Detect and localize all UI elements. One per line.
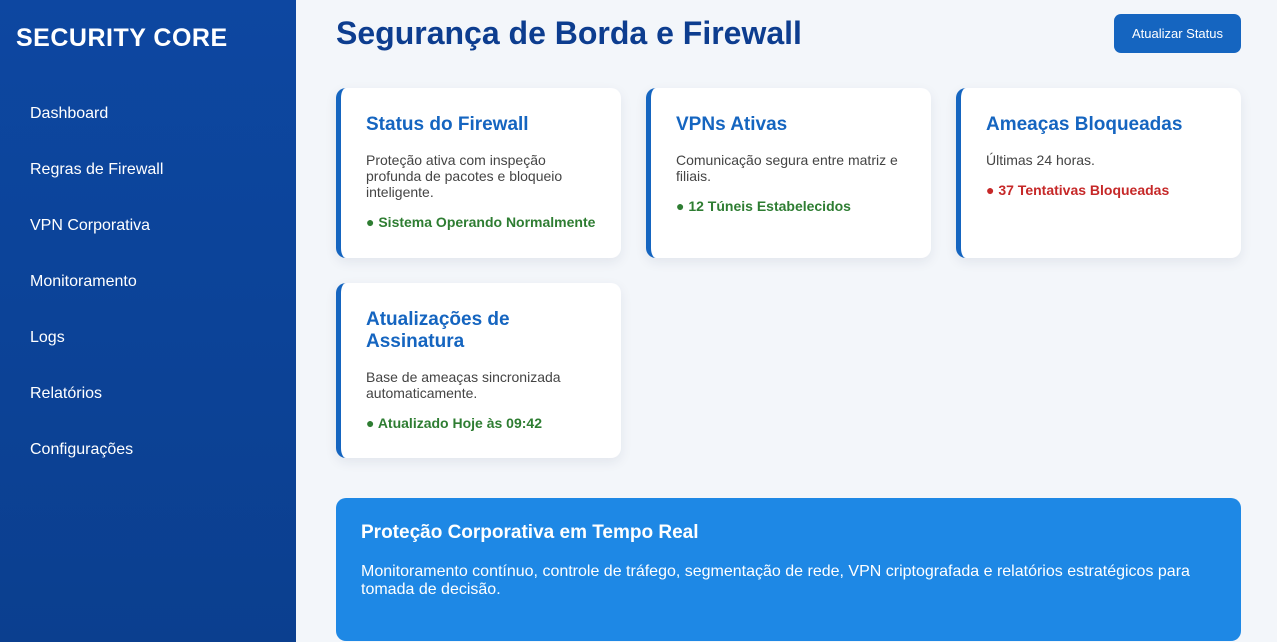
card-title: Status do Firewall bbox=[366, 114, 529, 135]
card-signature-updates: Atualizações de Assinatura Base de ameaç… bbox=[336, 283, 621, 458]
card-description: Comunicação segura entre matriz e filiai… bbox=[676, 152, 898, 184]
card-description: Proteção ativa com inspeção profunda de … bbox=[366, 152, 563, 200]
app-root: SECURITY CORE Dashboard Regras de Firewa… bbox=[0, 0, 1277, 642]
status-indicator: ● Sistema Operando Normalmente bbox=[366, 214, 596, 230]
banner-title: Proteção Corporativa em Tempo Real bbox=[361, 522, 699, 543]
brand-logo: SECURITY CORE bbox=[16, 24, 228, 52]
refresh-status-button[interactable]: Atualizar Status bbox=[1113, 14, 1241, 53]
page-title: Segurança de Borda e Firewall bbox=[336, 15, 802, 51]
realtime-protection-banner: Proteção Corporativa em Tempo Real Monit… bbox=[336, 498, 1241, 641]
status-cards: Status do Firewall Proteção ativa com in… bbox=[336, 88, 1241, 458]
status-indicator: ● 12 Túneis Estabelecidos bbox=[676, 198, 851, 214]
sidebar-item-logs[interactable]: Logs bbox=[0, 310, 296, 366]
sidebar-item-dashboard[interactable]: Dashboard bbox=[0, 86, 296, 142]
card-title: Ameaças Bloqueadas bbox=[986, 114, 1183, 135]
status-indicator: ● 37 Tentativas Bloqueadas bbox=[986, 182, 1170, 198]
card-description: Últimas 24 horas. bbox=[986, 152, 1095, 168]
card-firewall-status: Status do Firewall Proteção ativa com in… bbox=[336, 88, 621, 258]
sidebar-item-vpn[interactable]: VPN Corporativa bbox=[0, 198, 296, 254]
card-title: VPNs Ativas bbox=[676, 114, 788, 135]
status-indicator: ● Atualizado Hoje às 09:42 bbox=[366, 415, 542, 431]
topbar: Segurança de Borda e Firewall Atualizar … bbox=[336, 0, 1241, 88]
main-content: Segurança de Borda e Firewall Atualizar … bbox=[296, 0, 1277, 642]
card-active-vpns: VPNs Ativas Comunicação segura entre mat… bbox=[646, 88, 931, 258]
banner-text: Monitoramento contínuo, controle de tráf… bbox=[361, 563, 1190, 598]
card-description: Base de ameaças sincronizada automaticam… bbox=[366, 369, 561, 401]
sidebar: SECURITY CORE Dashboard Regras de Firewa… bbox=[0, 0, 296, 642]
sidebar-nav: Dashboard Regras de Firewall VPN Corpora… bbox=[0, 86, 296, 478]
sidebar-item-firewall-rules[interactable]: Regras de Firewall bbox=[0, 142, 296, 198]
sidebar-item-settings[interactable]: Configurações bbox=[0, 422, 296, 478]
card-blocked-threats: Ameaças Bloqueadas Últimas 24 horas. ● 3… bbox=[956, 88, 1241, 258]
sidebar-item-monitoring[interactable]: Monitoramento bbox=[0, 254, 296, 310]
card-title: Atualizações de Assinatura bbox=[366, 309, 510, 352]
sidebar-item-reports[interactable]: Relatórios bbox=[0, 366, 296, 422]
